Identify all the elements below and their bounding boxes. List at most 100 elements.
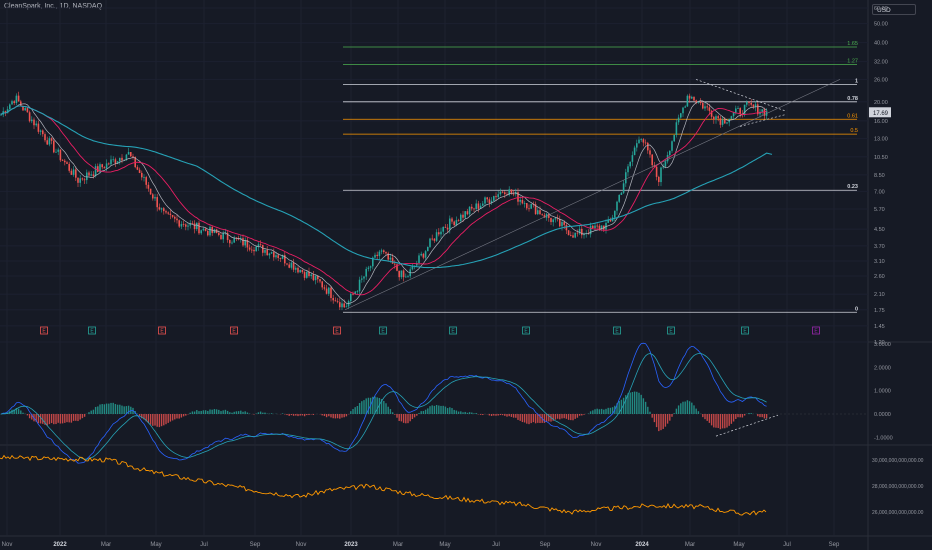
- macd-histogram-bar: [730, 414, 733, 424]
- fib-level-label: 1.65: [847, 41, 858, 47]
- supply-line: [0, 454, 767, 516]
- macd-histogram-bar: [189, 412, 191, 414]
- macd-histogram-bar: [515, 414, 517, 418]
- candle: [290, 262, 293, 268]
- candle: [341, 303, 343, 308]
- candle: [295, 267, 297, 270]
- macd-histogram-bar: [356, 405, 359, 414]
- macd-histogram-bar: [367, 397, 370, 414]
- candle: [176, 218, 178, 221]
- price-tick-label: 1.45: [874, 324, 885, 330]
- macd-histogram-bar: [48, 414, 51, 425]
- macd-histogram-bar: [209, 409, 211, 414]
- macd-histogram-bar: [534, 414, 537, 424]
- candle: [592, 225, 594, 229]
- candle: [306, 271, 308, 278]
- macd-histogram-bar: [253, 414, 255, 415]
- candle: [31, 119, 33, 122]
- time-tick-label: Sep: [250, 542, 261, 548]
- candle: [675, 122, 678, 135]
- candle: [277, 255, 279, 259]
- macd-histogram-bar: [105, 403, 108, 414]
- macd-histogram-bar: [642, 398, 645, 414]
- candle: [572, 235, 574, 238]
- candle: [103, 167, 106, 169]
- macd-histogram-bar: [200, 410, 202, 414]
- candle: [570, 235, 572, 236]
- candle: [325, 288, 328, 294]
- time-tick-label: Nov: [591, 542, 602, 548]
- candle: [154, 197, 156, 199]
- candle: [75, 169, 77, 178]
- candle: [737, 108, 739, 109]
- candle: [297, 267, 299, 273]
- candle: [13, 101, 15, 104]
- macd-histogram-bar: [323, 414, 326, 417]
- macd-histogram-bar: [17, 408, 20, 414]
- candle: [33, 119, 35, 126]
- macd-histogram-bar: [301, 414, 304, 416]
- macd-histogram-bar: [607, 407, 609, 414]
- macd-histogram-bar: [697, 411, 700, 414]
- price-tick-label: 10.50: [874, 155, 888, 161]
- price-tick-label: 7.00: [874, 189, 885, 195]
- macd-histogram-bar: [424, 409, 427, 414]
- candle: [719, 118, 722, 125]
- candle: [504, 192, 506, 195]
- macd-histogram-bar: [152, 414, 154, 426]
- macd-histogram-bar: [246, 412, 249, 414]
- price-tick-label: 40.00: [874, 41, 888, 47]
- candle: [457, 220, 460, 221]
- candle: [475, 203, 477, 210]
- macd-histogram-bar: [409, 414, 411, 422]
- macd-histogram-bar: [433, 405, 436, 414]
- candle: [163, 208, 165, 212]
- candle: [92, 174, 95, 177]
- candle: [334, 300, 337, 302]
- macd-histogram-bar: [673, 413, 675, 414]
- macd-histogram-bar: [358, 402, 361, 414]
- macd-histogram-bar: [493, 414, 495, 416]
- macd-histogram-bar: [748, 413, 750, 414]
- macd-histogram-bar: [517, 414, 519, 420]
- time-tick-label: Mar: [101, 542, 111, 548]
- candle: [68, 163, 70, 171]
- candle: [145, 177, 147, 185]
- macd-histogram-bar: [154, 414, 156, 426]
- macd-histogram-bar: [431, 405, 433, 414]
- chart-canvas[interactable]: 1.65 1.27 1 0.78 0.61 0.5 0.23 0 Nov 2022 Mar May J…: [0, 0, 932, 550]
- candle: [9, 104, 11, 110]
- candle: [405, 276, 407, 278]
- candle: [37, 123, 40, 132]
- macd-histogram-bar: [391, 412, 394, 414]
- candle: [433, 238, 436, 241]
- macd-histogram-bar: [539, 414, 541, 424]
- macd-histogram-bar: [651, 414, 653, 418]
- candle: [321, 281, 323, 288]
- candle: [684, 106, 686, 108]
- candle: [466, 211, 469, 215]
- candle: [484, 197, 486, 204]
- candle: [473, 208, 475, 210]
- macd-histogram-bar: [499, 414, 502, 416]
- macd-histogram-bar: [99, 404, 101, 414]
- candle: [64, 160, 66, 163]
- macd-histogram-bar: [376, 397, 378, 414]
- candle: [121, 157, 123, 161]
- candle: [730, 116, 733, 119]
- macd-histogram-bar: [750, 413, 752, 414]
- candle: [248, 247, 251, 250]
- macd-histogram-bar: [149, 414, 152, 425]
- macd-histogram-bar: [620, 399, 623, 414]
- macd-histogram-bar: [631, 392, 634, 414]
- macd-histogram-bar: [22, 412, 24, 414]
- fib-level-label: 1: [855, 78, 858, 84]
- macd-histogram-bar: [523, 414, 526, 423]
- macd-histogram-bar: [156, 414, 158, 427]
- candle: [42, 130, 44, 135]
- macd-histogram-bar: [77, 414, 79, 422]
- candle: [35, 123, 37, 126]
- macd-histogram-bar: [702, 414, 704, 418]
- macd-histogram-bar: [743, 414, 746, 416]
- candle: [488, 199, 491, 204]
